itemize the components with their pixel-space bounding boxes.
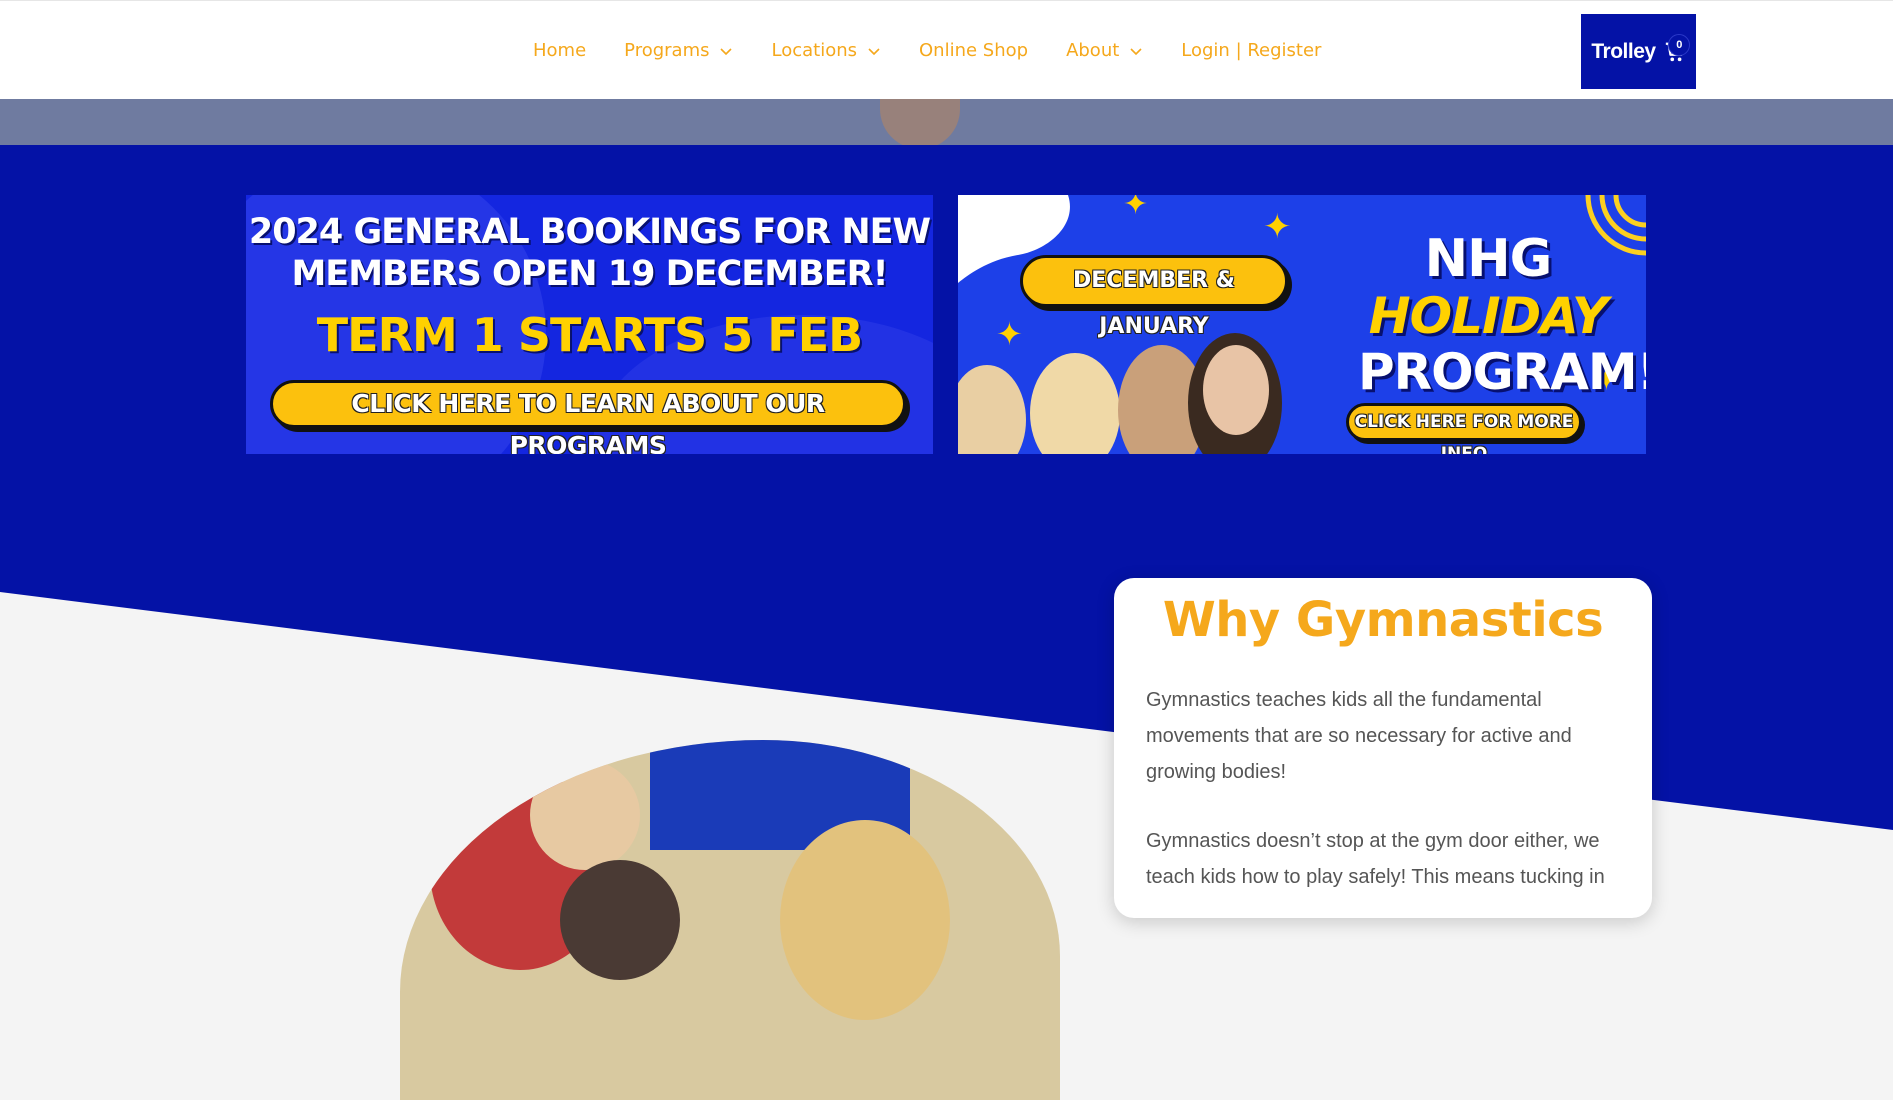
chevron-down-icon xyxy=(868,47,880,55)
banner-holiday-program[interactable]: ✦ ✦ ✦ ✦ ✦ DECEMBER & JANUARY NHG HOLIDAY… xyxy=(958,195,1646,454)
nav-programs[interactable]: Programs xyxy=(624,40,733,61)
nav-home[interactable]: Home xyxy=(533,40,586,61)
star-icon: ✦ xyxy=(996,315,1023,353)
nav-about[interactable]: About xyxy=(1066,40,1143,61)
photo-detail xyxy=(780,820,950,1020)
photo-detail xyxy=(560,860,680,980)
why-paragraph-1: Gymnastics teaches kids all the fundamen… xyxy=(1146,689,1572,783)
main-nav: Home Programs Locations Online Shop Abou… xyxy=(533,1,1321,100)
nav-login-register[interactable]: Login | Register xyxy=(1181,40,1321,61)
banner-program: PROGRAM! xyxy=(1358,343,1646,401)
banner-title-line1: 2024 GENERAL BOOKINGS FOR NEW xyxy=(248,212,931,252)
star-icon: ✦ xyxy=(1123,195,1149,222)
why-gymnastics-card: Why Gymnastics Gymnastics teaches kids a… xyxy=(1114,578,1652,918)
nav-locations[interactable]: Locations xyxy=(771,40,881,61)
nav-about-label: About xyxy=(1066,40,1120,61)
nav-programs-label: Programs xyxy=(624,40,710,61)
banner-title-line2: MEMBERS OPEN 19 DECEMBER! xyxy=(291,254,888,294)
kid-photo xyxy=(1030,353,1120,454)
trolley-button[interactable]: Trolley 0 xyxy=(1581,14,1696,89)
star-icon: ✦ xyxy=(1263,207,1292,247)
banner-general-bookings[interactable]: 2024 GENERAL BOOKINGS FOR NEW MEMBERS OP… xyxy=(246,195,933,454)
trolley-label: Trolley xyxy=(1591,39,1656,63)
site-header: Home Programs Locations Online Shop Abou… xyxy=(0,0,1893,99)
chevron-down-icon xyxy=(720,47,733,55)
nav-locations-label: Locations xyxy=(771,40,857,61)
kid-photo xyxy=(1203,345,1269,435)
banner-holiday: HOLIDAY xyxy=(1368,287,1608,345)
photo-detail xyxy=(530,760,640,870)
trolley-count-badge: 0 xyxy=(1668,34,1690,56)
why-paragraph-2: Gymnastics doesn’t stop at the gym door … xyxy=(1146,830,1605,888)
banner-nhg: NHG xyxy=(1424,229,1553,289)
why-gymnastics-heading: Why Gymnastics xyxy=(1162,592,1604,648)
nav-login-register-label: Login | Register xyxy=(1181,40,1322,61)
banner-cta-more-info[interactable]: CLICK HERE FOR MORE INFO xyxy=(1346,403,1582,454)
banner-cta-learn-programs[interactable]: CLICK HERE TO LEARN ABOUT OUR PROGRAMS xyxy=(270,380,906,454)
nav-online-shop-label: Online Shop xyxy=(919,40,1029,61)
kid-photo xyxy=(958,365,1026,454)
banner-highlight: TERM 1 STARTS 5 FEB xyxy=(316,308,863,362)
banner-dates-pill: DECEMBER & JANUARY xyxy=(1020,255,1288,339)
nav-home-label: Home xyxy=(533,40,587,61)
nav-online-shop[interactable]: Online Shop xyxy=(919,40,1028,61)
chevron-down-icon xyxy=(1130,47,1142,55)
